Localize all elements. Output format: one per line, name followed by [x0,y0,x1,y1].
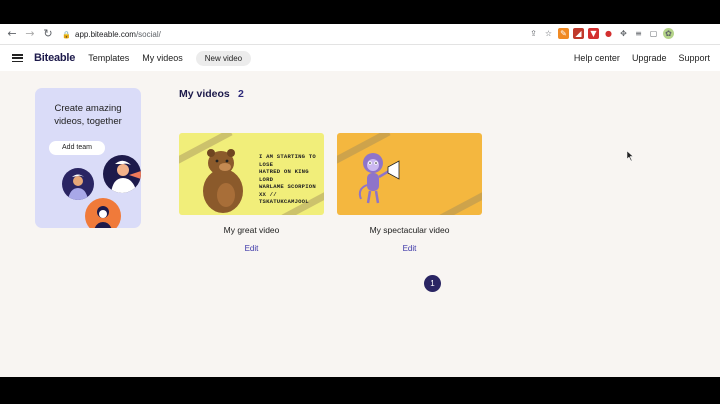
window-icon[interactable]: ▢ [648,28,659,39]
back-icon[interactable]: ← [6,28,18,40]
caption-line: I AM STARTING TO LOSE [259,153,316,168]
reload-icon[interactable]: ↻ [42,28,54,40]
monkey-illustration [358,153,400,204]
main-content: Create amazing videos, together Add team [0,71,720,377]
nav-templates[interactable]: Templates [88,53,129,63]
edit-link[interactable]: Edit [337,244,482,253]
avatar [62,168,94,200]
right-nav: Help center Upgrade Support [562,45,710,71]
caption-line: HATRED ON KING LORD [259,168,309,183]
caption-line: WARLAME SCORPION [259,183,316,190]
promo-title-line2: videos, together [54,116,122,127]
video-count-badge: 2 [238,88,244,100]
screen: ← → ↻ 🔒 app.biteable.com/social/ ⇪ ☆ ✎ ◢… [0,0,720,404]
share-icon[interactable]: ⇪ [528,28,539,39]
promo-title: Create amazing videos, together [35,102,141,128]
browser-toolbar: ← → ↻ 🔒 app.biteable.com/social/ ⇪ ☆ ✎ ◢… [0,24,720,45]
promo-title-line1: Create amazing [54,103,122,114]
video-thumbnail[interactable]: I AM STARTING TO LOSE HATRED ON KING LOR… [179,133,324,215]
my-videos-heading: My videos [179,88,230,100]
star-icon[interactable]: ☆ [543,28,554,39]
nav-support[interactable]: Support [678,53,710,63]
lock-icon: 🔒 [62,30,71,39]
new-video-button[interactable]: New video [195,50,252,66]
video-caption: I AM STARTING TO LOSE HATRED ON KING LOR… [259,153,324,206]
edit-link[interactable]: Edit [179,244,324,253]
hamburger-menu-icon[interactable] [12,54,23,62]
bottom-letterbox [0,377,720,404]
avatar [85,198,121,228]
app-header: Biteable Templates My videos New video H… [0,45,720,71]
top-letterbox [0,0,720,24]
brand-logo[interactable]: Biteable [34,52,75,64]
decor-stripe [439,181,482,215]
list-icon[interactable]: ≡ [633,28,644,39]
video-title[interactable]: My spectacular video [337,225,482,235]
puzzle-icon[interactable]: ✥ [618,28,629,39]
extension-icon[interactable]: ● [603,28,614,39]
caption-line: TSKATUKCAMJOOL [259,198,309,205]
forward-icon[interactable]: → [24,28,36,40]
mouse-cursor-icon [627,151,634,161]
extension-icon[interactable]: ✎ [558,28,569,39]
nav-upgrade[interactable]: Upgrade [632,53,667,63]
avatar [103,155,141,193]
bear-illustration [203,149,243,213]
toolbar-icons: ⇪ ☆ ✎ ◢ ▼ ● ✥ ≡ ▢ ✿ [524,28,674,39]
extension-icon[interactable]: ▼ [588,28,599,39]
address-bar[interactable]: 🔒 app.biteable.com/social/ [62,27,161,42]
caption-line: XX // [259,190,277,198]
add-team-button[interactable]: Add team [49,141,105,155]
pagination-page-1[interactable]: 1 [424,275,441,292]
video-thumbnail[interactable] [337,133,482,215]
nav-help-center[interactable]: Help center [574,53,620,63]
url-domain: app.biteable.com [75,30,136,39]
video-title[interactable]: My great video [179,225,324,235]
extension-icon[interactable]: ◢ [573,28,584,39]
profile-icon[interactable]: ✿ [663,28,674,39]
url-path: /social/ [135,30,161,39]
nav-my-videos[interactable]: My videos [142,53,183,63]
team-promo-card: Create amazing videos, together Add team [35,88,141,228]
